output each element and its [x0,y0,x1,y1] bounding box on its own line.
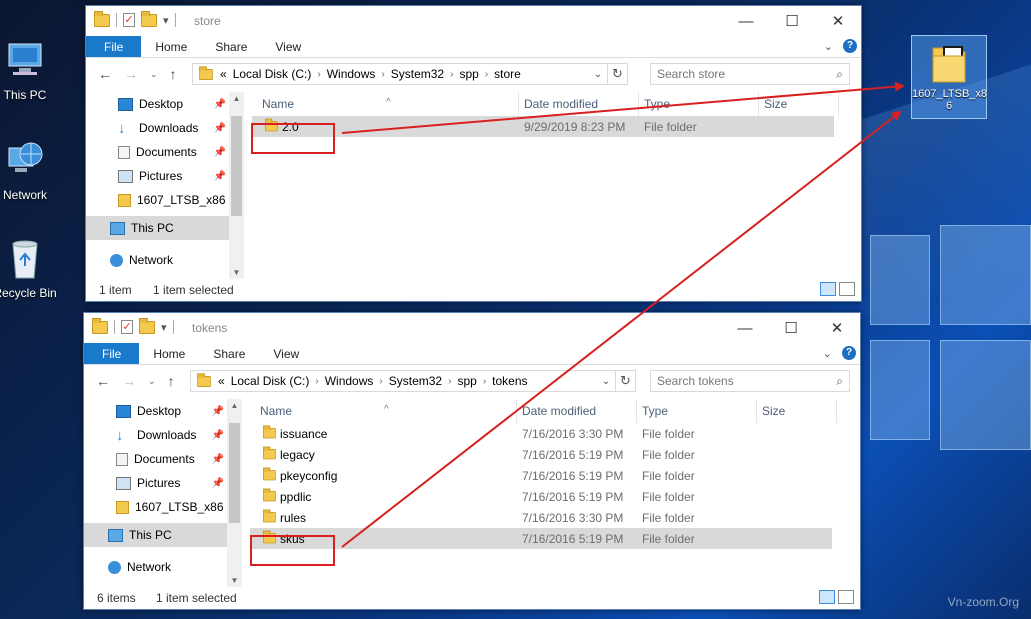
arrow-skus-to-desktop [341,110,902,548]
annotation-arrows [341,81,905,548]
watermark: Vn-zoom.Org [947,595,1019,609]
arrow-store-to-desktop [341,81,905,134]
